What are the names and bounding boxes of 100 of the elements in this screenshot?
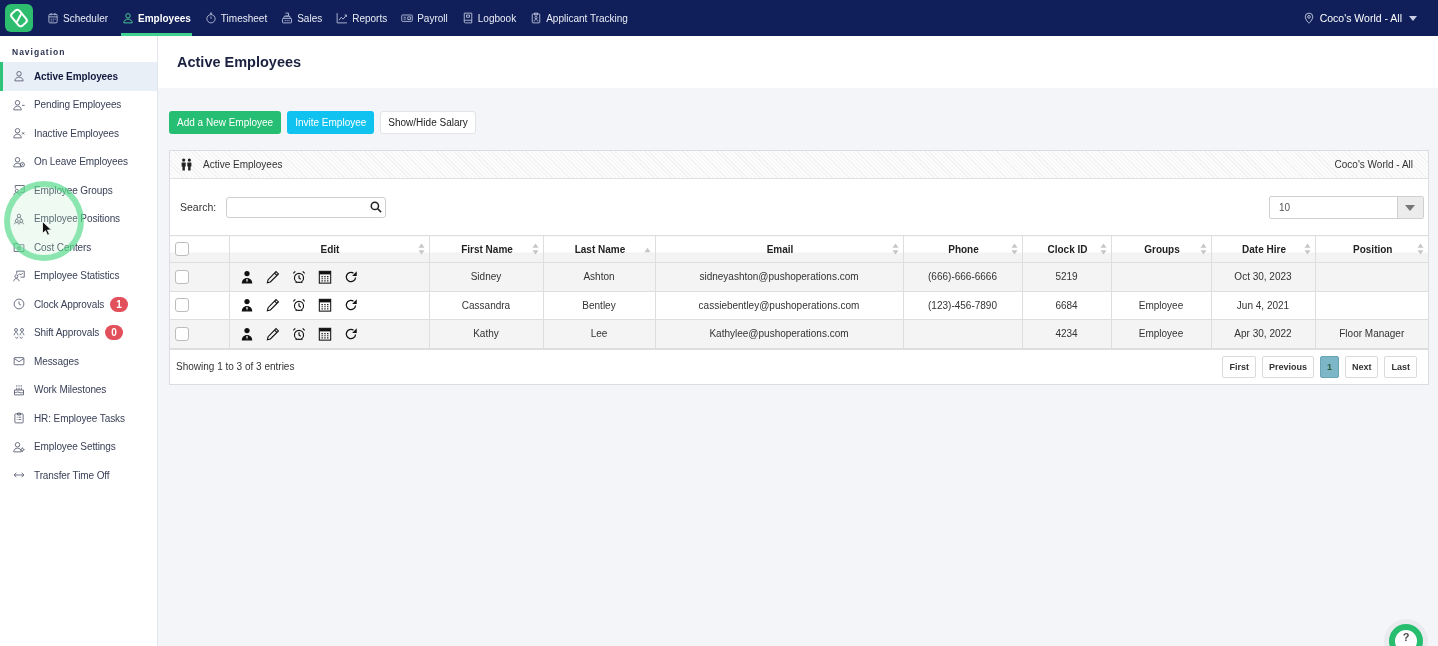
person-tie-icon[interactable] — [239, 327, 254, 341]
pagination-button[interactable]: Previous — [1261, 355, 1314, 378]
logo-icon — [5, 4, 33, 32]
person-icon — [13, 70, 25, 83]
redo-icon[interactable] — [343, 327, 358, 341]
sidebar-item[interactable]: Employee Groups — [0, 176, 157, 205]
redo-icon[interactable] — [343, 298, 358, 313]
cake-icon — [13, 383, 25, 396]
row-checkbox[interactable] — [175, 269, 189, 284]
panel-title: Active Employees — [203, 159, 283, 170]
table-cell: Cassandra — [429, 291, 543, 320]
nav-tab[interactable]: Payroll — [400, 0, 449, 36]
person-clock-icon — [13, 155, 25, 168]
table-cell: Ashton — [543, 262, 655, 292]
search-field[interactable] — [226, 196, 387, 218]
person-gear-icon — [13, 440, 25, 453]
page-size-select[interactable]: 10 — [1269, 195, 1424, 219]
person-remove-icon — [13, 127, 25, 140]
column-header[interactable]: Position — [1315, 235, 1428, 263]
two-people-icon — [180, 158, 193, 171]
sidebar-item[interactable]: Shift Approvals 0 — [0, 318, 157, 347]
table-cell: 6684 — [1022, 291, 1111, 320]
pagination-button[interactable]: Next — [1344, 355, 1379, 378]
sidebar-item[interactable]: Inactive Employees — [0, 119, 157, 148]
column-header[interactable]: Groups — [1111, 235, 1211, 263]
redo-icon[interactable] — [343, 269, 358, 284]
person-tie-icon[interactable] — [239, 298, 254, 313]
person-tie-icon[interactable] — [239, 269, 254, 284]
column-header[interactable]: Clock ID — [1022, 235, 1111, 263]
column-header[interactable]: Phone — [903, 235, 1022, 263]
pagination-button[interactable]: First — [1222, 355, 1256, 378]
calendar-icon[interactable] — [317, 327, 332, 341]
nav-tab[interactable]: Logbook — [460, 0, 518, 36]
sidebar-item[interactable]: Employee Statistics — [0, 261, 157, 290]
alarm-clock-icon[interactable] — [291, 269, 306, 284]
entries-info: Showing 1 to 3 of 3 entries — [176, 361, 295, 373]
pencil-icon[interactable] — [265, 269, 280, 284]
table-cell: Kathylee@pushoperations.com — [655, 319, 903, 349]
nav-tab[interactable]: Timesheet — [203, 0, 269, 36]
pencil-icon[interactable] — [265, 327, 280, 341]
row-checkbox[interactable] — [175, 327, 189, 341]
sidebar-item[interactable]: Employee Settings — [0, 432, 157, 461]
people-swap-icon — [13, 326, 25, 339]
person-icon — [122, 12, 135, 24]
table-cell: cassiebentley@pushoperations.com — [655, 291, 903, 320]
sidebar-item[interactable]: Transfer Time Off — [0, 461, 157, 490]
column-header[interactable]: Last Name — [543, 235, 655, 263]
stopwatch-icon — [204, 12, 217, 24]
alarm-clock-icon[interactable] — [291, 298, 306, 313]
nav-tab[interactable]: Scheduler — [46, 0, 110, 36]
clock-icon — [13, 298, 25, 311]
table-cell: (123)-456-7890 — [903, 291, 1022, 320]
column-header[interactable]: First Name — [429, 235, 543, 263]
table-cell: sidneyashton@pushoperations.com — [655, 262, 903, 292]
table-cell: Apr 30, 2022 — [1211, 319, 1315, 349]
table-cell: Lee — [543, 319, 655, 349]
sidebar-item[interactable]: Work Milestones — [0, 375, 157, 404]
book-icon — [461, 12, 474, 24]
location-selector[interactable]: Coco's World - All — [1302, 0, 1417, 36]
person-chart-icon — [13, 269, 25, 282]
cash-register-icon — [281, 12, 294, 24]
people-icon — [13, 212, 25, 225]
table-cell: Kathy — [429, 319, 543, 349]
sidebar-item[interactable]: Messages — [0, 347, 157, 376]
nav-tab[interactable]: Sales — [280, 0, 324, 36]
sidebar-item[interactable]: Pending Employees — [0, 90, 157, 119]
clipboard-person-icon — [530, 12, 543, 24]
search-label: Search: — [180, 201, 217, 213]
table-cell: 4234 — [1022, 319, 1111, 349]
pagination-button[interactable]: Last — [1384, 355, 1417, 378]
calendar-icon[interactable] — [317, 298, 332, 313]
sidebar-item[interactable]: HR: Employee Tasks — [0, 404, 157, 433]
table-cell: Jun 4, 2021 — [1211, 291, 1315, 320]
sidebar-item[interactable]: Active Employees — [0, 62, 157, 91]
table-cell: (666)-666-6666 — [903, 262, 1022, 292]
sidebar-heading: Navigation — [12, 46, 66, 58]
column-header[interactable]: Edit — [229, 235, 429, 263]
person-board-icon — [13, 184, 25, 197]
banknote-icon — [401, 12, 414, 24]
table-cell: Bentley — [543, 291, 655, 320]
folder-icon — [13, 241, 25, 254]
pencil-icon[interactable] — [265, 298, 280, 313]
salary-toggle-button[interactable]: Show/Hide Salary — [380, 111, 476, 134]
caret-down-icon — [1409, 15, 1417, 21]
help-button[interactable]: ? — [1389, 624, 1423, 646]
table-cell: Oct 30, 2023 — [1211, 262, 1315, 292]
sidebar-item[interactable]: On Leave Employees — [0, 147, 157, 176]
select-all-checkbox[interactable] — [175, 242, 189, 256]
row-checkbox[interactable] — [175, 298, 189, 313]
calendar-icon[interactable] — [317, 269, 332, 284]
count-badge: 0 — [105, 325, 123, 341]
nav-tab[interactable]: Applicant Tracking — [529, 0, 629, 36]
nav-tab[interactable]: Reports — [335, 0, 389, 36]
alarm-clock-icon[interactable] — [291, 327, 306, 341]
column-header[interactable]: Date Hire — [1211, 235, 1315, 263]
table-cell: Sidney — [429, 262, 543, 292]
panel-location-label: Coco's World - All — [1334, 159, 1413, 170]
table-cell: 5219 — [1022, 262, 1111, 292]
column-header[interactable]: Email — [655, 235, 903, 263]
sidebar-item[interactable]: Clock Approvals 1 — [0, 290, 157, 319]
